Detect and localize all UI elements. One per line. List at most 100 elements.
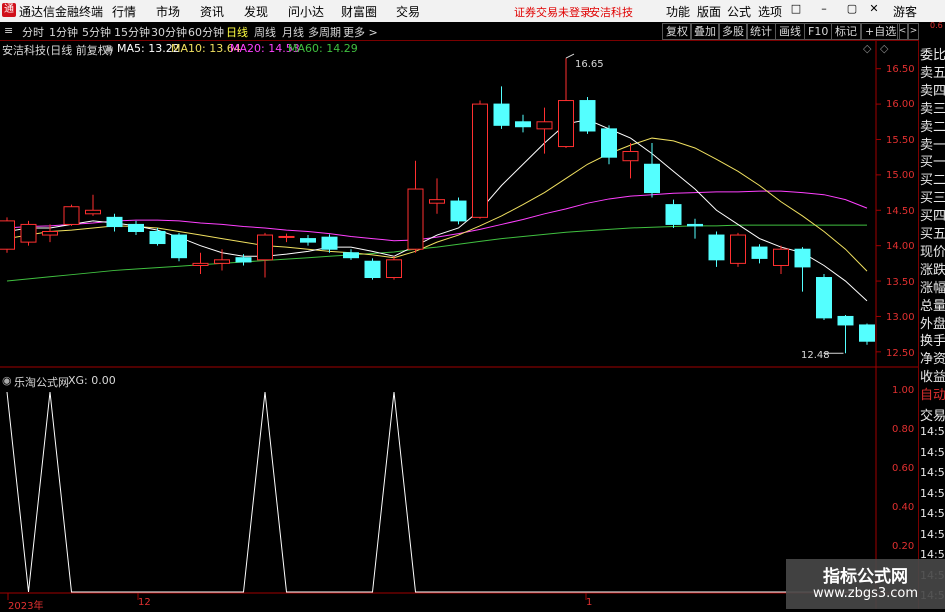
draw-line-button[interactable]: 画线 (775, 23, 805, 40)
side-lower-0[interactable]: 自动 (920, 384, 945, 403)
tab-60min[interactable]: 60分钟 (188, 24, 224, 40)
candle-body-down (859, 324, 875, 342)
tab-fenshi[interactable]: 分时 (22, 24, 44, 40)
stock-name-label: 安洁科技(日线 前复权) (2, 44, 114, 57)
menu-caifuquan[interactable]: 财富圈 (341, 3, 377, 20)
tab-30min[interactable]: 30分钟 (151, 24, 187, 40)
watermark-badge: 指标公式网 www.zbgs3.com (786, 559, 945, 609)
tab-15min[interactable]: 15分钟 (114, 24, 150, 40)
side-lower-1[interactable]: 交易 (920, 405, 945, 424)
candle-body-up (536, 121, 553, 130)
candle-body-down (106, 216, 123, 228)
side-label-18: 收益 (920, 370, 945, 386)
sidebar-toggle-icon[interactable]: ≡ (4, 24, 13, 37)
user-guest-label[interactable]: 游客 (893, 3, 917, 20)
ma-settings-icon[interactable]: ◉ (104, 42, 114, 55)
next-nav-icon[interactable]: > (908, 23, 919, 40)
candle-body-down (708, 234, 725, 261)
high-marker-arrow (565, 53, 575, 59)
minimize-icon[interactable]: – (818, 2, 830, 16)
side-label-6: 买一 (920, 155, 945, 171)
indicator-tick: 0.40 (892, 502, 915, 513)
kline-chart[interactable] (0, 41, 918, 609)
fuquan-button[interactable]: 复权 (662, 23, 692, 40)
side-label-4: 卖二 (920, 119, 945, 135)
expand-icon[interactable]: ◇ (880, 42, 888, 55)
menu-banmian[interactable]: 版面 (697, 3, 721, 20)
price-tick: 14.50 (886, 206, 915, 217)
ma60-value: MA60: 14.29 (288, 42, 358, 55)
candle-body-down (450, 200, 467, 222)
side-lower-3: 14:56 (920, 445, 945, 459)
indicator-tick: 1.00 (892, 385, 915, 396)
price-tick: 15.00 (886, 170, 915, 181)
side-label-1: 卖五 (920, 65, 945, 81)
side-lower-2: 14:56 (920, 425, 945, 438)
side-lower-6: 14:56 (920, 507, 945, 520)
menu-shichang[interactable]: 市场 (156, 3, 180, 20)
menu-hangqing[interactable]: 行情 (112, 3, 136, 20)
overlay-button[interactable]: 叠加 (690, 23, 720, 40)
side-label-9: 买四 (920, 209, 945, 225)
tab-daily[interactable]: 日线 (226, 24, 248, 40)
mark-button[interactable]: 标记 (831, 23, 861, 40)
candle-body-up (386, 259, 402, 279)
candle-body-up (472, 103, 488, 218)
side-label-0: 委比 (920, 48, 945, 63)
candle-body-down (601, 128, 617, 158)
menu-faxian[interactable]: 发现 (244, 3, 268, 20)
tab-more[interactable]: 更多 > (343, 24, 378, 40)
period-toolbar: ≡ 分时 1分钟 5分钟 15分钟 30分钟 60分钟 日线 周线 月线 多周期… (0, 22, 945, 41)
candle-body-down (665, 204, 682, 225)
candle-body-up (730, 234, 746, 264)
candle-body-down (171, 234, 187, 259)
current-stock-link[interactable]: 安洁科技 (589, 4, 633, 20)
candle-body-up (622, 151, 639, 162)
price-tick: 16.50 (886, 64, 915, 75)
side-lower-5: 14:56 (920, 486, 945, 500)
price-tick: 14.00 (886, 241, 915, 252)
menu-jiaoyi[interactable]: 交易 (396, 3, 420, 20)
price-tick: 13.50 (886, 277, 915, 288)
menu-gongneng[interactable]: 功能 (666, 3, 690, 20)
close-icon[interactable]: ✕ (868, 2, 880, 16)
app-title: 通达信金融终端 (19, 5, 104, 19)
price-tick: 15.50 (886, 135, 915, 146)
multi-stock-button[interactable]: 多股 (718, 23, 748, 40)
candle-body-down (493, 103, 510, 126)
price-tick: 16.00 (886, 99, 915, 110)
indicator-settings-icon[interactable]: ◉ (2, 374, 12, 387)
menu-gongshi[interactable]: 公式 (727, 3, 751, 20)
tab-1min[interactable]: 1分钟 (49, 24, 78, 40)
app-logo-icon: 通 (2, 3, 16, 17)
tab-multi-period[interactable]: 多周期 (308, 24, 341, 40)
window-restore-icon[interactable]: □ (790, 2, 802, 16)
menu-wenxiaoda[interactable]: 问小达 (288, 3, 324, 20)
side-label-2: 卖四 (920, 83, 945, 99)
candle-body-down (751, 246, 768, 259)
side-lower-4: 14:56 (920, 466, 945, 479)
side-label-10: 买五 (920, 227, 945, 242)
f10-button[interactable]: F10 (804, 23, 833, 40)
candle-body-up (278, 235, 295, 238)
maximize-icon[interactable]: ▢ (846, 2, 858, 16)
menu-zixun[interactable]: 资讯 (200, 3, 224, 20)
collapse-icon[interactable]: ◇ (863, 42, 871, 55)
tab-monthly[interactable]: 月线 (282, 24, 304, 40)
candle-body-down (579, 100, 596, 132)
prev-nav-icon[interactable]: < (897, 23, 908, 40)
side-label-3: 卖三 (920, 101, 945, 117)
menu-xuanxiang[interactable]: 选项 (758, 3, 782, 20)
candle-body-up (429, 199, 445, 204)
candle-body-down (149, 231, 166, 245)
trade-login-warning[interactable]: 证券交易未登录 (514, 4, 591, 20)
add-watchlist-button[interactable]: +自选 (861, 23, 901, 40)
candle-body-up (257, 234, 273, 261)
statistics-button[interactable]: 统计 (746, 23, 776, 40)
candle-body-down (816, 277, 832, 319)
candle-body-down (343, 252, 359, 259)
tab-weekly[interactable]: 周线 (254, 24, 276, 40)
price-tick: 12.50 (886, 348, 915, 359)
date-label: 2023年 (8, 601, 44, 612)
tab-5min[interactable]: 5分钟 (82, 24, 111, 40)
